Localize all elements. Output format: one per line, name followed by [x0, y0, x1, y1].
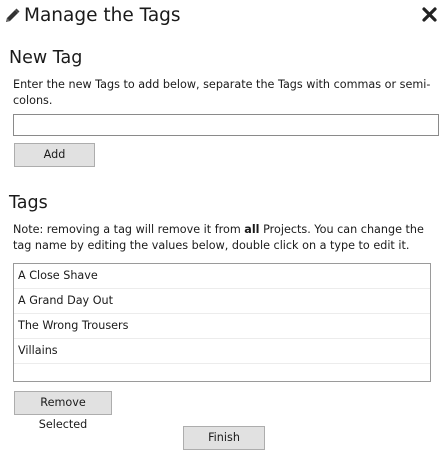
tag-row-new-empty[interactable]: [14, 364, 430, 381]
tag-row-the-wrong-trousers[interactable]: The Wrong Trousers: [14, 314, 430, 339]
tags-note-bold: all: [244, 223, 260, 236]
tag-list[interactable]: A Close Shave A Grand Day Out The Wrong …: [13, 263, 431, 382]
tag-row-a-close-shave[interactable]: A Close Shave: [14, 264, 430, 289]
new-tag-hint: Enter the new Tags to add below, separat…: [13, 78, 431, 107]
finish-button[interactable]: Finish: [183, 426, 265, 450]
tag-row-a-grand-day-out[interactable]: A Grand Day Out: [14, 289, 430, 314]
pencil-icon: [3, 7, 21, 25]
tags-heading: Tags: [9, 193, 48, 213]
tag-row-villains[interactable]: Villains: [14, 339, 430, 364]
tags-note-prefix: Note: removing a tag will remove it from: [13, 223, 245, 236]
new-tag-heading: New Tag: [9, 48, 83, 68]
new-tag-input[interactable]: [13, 114, 439, 136]
title-bar: Manage the Tags: [0, 0, 448, 34]
dialog-title: Manage the Tags: [24, 5, 181, 26]
remove-selected-button[interactable]: Remove Selected: [14, 391, 112, 431]
add-button[interactable]: Add: [14, 143, 95, 167]
tags-note: Note: removing a tag will remove it from…: [13, 222, 433, 254]
close-icon[interactable]: [421, 6, 438, 23]
